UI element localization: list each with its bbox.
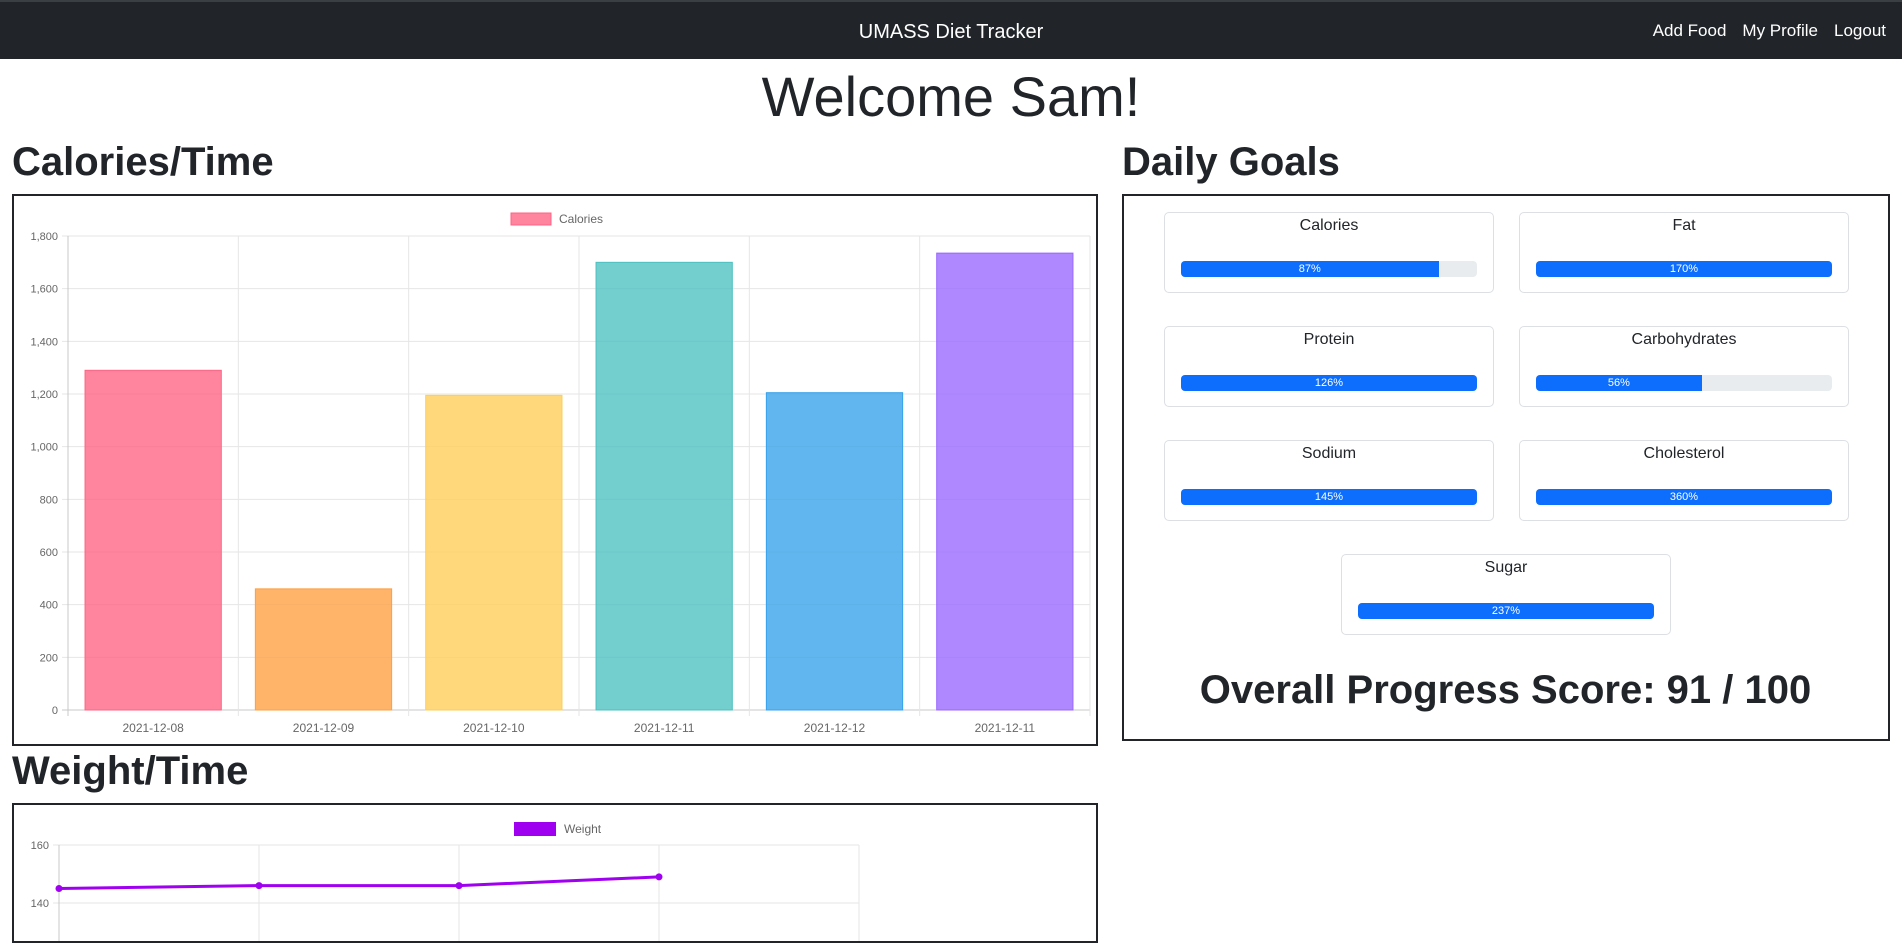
goal-card-calories: Calories 87% [1164, 212, 1494, 293]
goal-progress-bar: 126% [1181, 375, 1477, 391]
bar-2021-12-08 [84, 369, 222, 711]
calories-chart-box: 0 200 400 600 800 1,000 1,200 1,400 1,600 1,800 20… [12, 194, 1098, 746]
goals-section-title: Daily Goals [1122, 140, 1340, 184]
goal-card-sodium: Sodium 145% [1164, 440, 1494, 521]
weight-point [455, 882, 463, 890]
legend-label: Calories [559, 212, 603, 226]
goal-label: Calories [1299, 217, 1359, 234]
navbar: UMASS Diet Tracker Add Food My Profile L… [0, 2, 1902, 59]
y-tick-label: 0 [52, 705, 58, 717]
nav-links: Add Food My Profile Logout [1653, 2, 1886, 59]
goal-progress-bar: 87% [1181, 261, 1477, 277]
brand-title[interactable]: UMASS Diet Tracker [0, 2, 1902, 59]
x-tick-label: 2021-12-11 [975, 721, 1036, 735]
y-tick-label: 160 [31, 840, 49, 852]
goal-progress-fill: 360% [1536, 489, 1832, 505]
goal-progress-fill: 56% [1536, 375, 1702, 391]
x-tick-label: 2021-12-08 [122, 721, 184, 735]
weight-point [655, 873, 663, 881]
goal-progress-bar: 170% [1536, 261, 1832, 277]
y-tick-label: 800 [40, 494, 58, 506]
bar-2021-12-10 [425, 394, 563, 711]
legend-swatch [514, 822, 556, 836]
y-tick-label: 200 [40, 652, 58, 664]
goal-label: Carbohydrates [1631, 331, 1737, 348]
calories-chart: 0 200 400 600 800 1,000 1,200 1,400 1,600 1,800 20… [30, 212, 1091, 735]
goal-progress-fill: 145% [1181, 489, 1477, 505]
bar-2021-12-11 [936, 252, 1074, 711]
y-tick-label: 140 [31, 898, 49, 910]
overall-progress-score: Overall Progress Score: 91 / 100 [1199, 668, 1812, 712]
goal-progress-bar: 145% [1181, 489, 1477, 505]
weight-section-title: Weight/Time [12, 749, 249, 793]
y-tick-label: 1,400 [30, 336, 58, 348]
add-food-link[interactable]: Add Food [1653, 21, 1727, 41]
weight-point [255, 882, 263, 890]
goal-card-sugar: Sugar 237% [1341, 554, 1671, 635]
weight-point [55, 885, 63, 892]
goal-label: Protein [1303, 331, 1355, 348]
my-profile-link[interactable]: My Profile [1742, 21, 1818, 41]
x-tick-label: 2021-12-11 [634, 721, 695, 735]
bar-2021-12-12 [765, 392, 904, 711]
goal-progress-fill: 237% [1358, 603, 1654, 619]
goal-label: Fat [1672, 217, 1696, 234]
goal-card-cholesterol: Cholesterol 360% [1519, 440, 1849, 521]
y-tick-label: 1,200 [30, 389, 58, 401]
logout-link[interactable]: Logout [1834, 21, 1886, 41]
goal-label: Sodium [1301, 445, 1357, 462]
welcome-heading: Welcome Sam! [761, 65, 1141, 128]
bar-2021-12-11 [595, 261, 733, 711]
x-tick-label: 2021-12-12 [804, 721, 866, 735]
legend-swatch [510, 212, 552, 226]
goal-progress-bar: 56% [1536, 375, 1832, 391]
y-tick-label: 1,000 [30, 442, 58, 454]
goal-label: Sugar [1484, 559, 1528, 576]
goal-card-protein: Protein 126% [1164, 326, 1494, 407]
goal-progress-bar: 360% [1536, 489, 1832, 505]
goal-progress-fill: 170% [1536, 261, 1832, 277]
daily-goals-box: Calories 87% Fat 170% Protein 126% Carbohydrat… [1122, 194, 1890, 741]
y-tick-label: 1,800 [30, 231, 58, 243]
calories-section-title: Calories/Time [12, 140, 274, 184]
weight-chart: 160 140 Weight [31, 822, 860, 941]
goal-label: Cholesterol [1643, 445, 1725, 462]
goal-card-carbohydrates: Carbohydrates 56% [1519, 326, 1849, 407]
goal-progress-fill: 126% [1181, 375, 1477, 391]
y-tick-label: 1,600 [30, 284, 58, 296]
y-tick-label: 600 [40, 547, 58, 559]
legend-label: Weight [564, 822, 602, 836]
x-tick-label: 2021-12-09 [293, 721, 355, 735]
weight-chart-box: 160 140 Weight [12, 803, 1098, 943]
goal-progress-bar: 237% [1358, 603, 1654, 619]
x-tick-label: 2021-12-10 [463, 721, 525, 735]
y-tick-label: 400 [40, 600, 58, 612]
bar-2021-12-09 [254, 588, 393, 711]
goal-progress-fill: 87% [1181, 261, 1439, 277]
goal-card-fat: Fat 170% [1519, 212, 1849, 293]
weight-series-line [58, 875, 660, 890]
